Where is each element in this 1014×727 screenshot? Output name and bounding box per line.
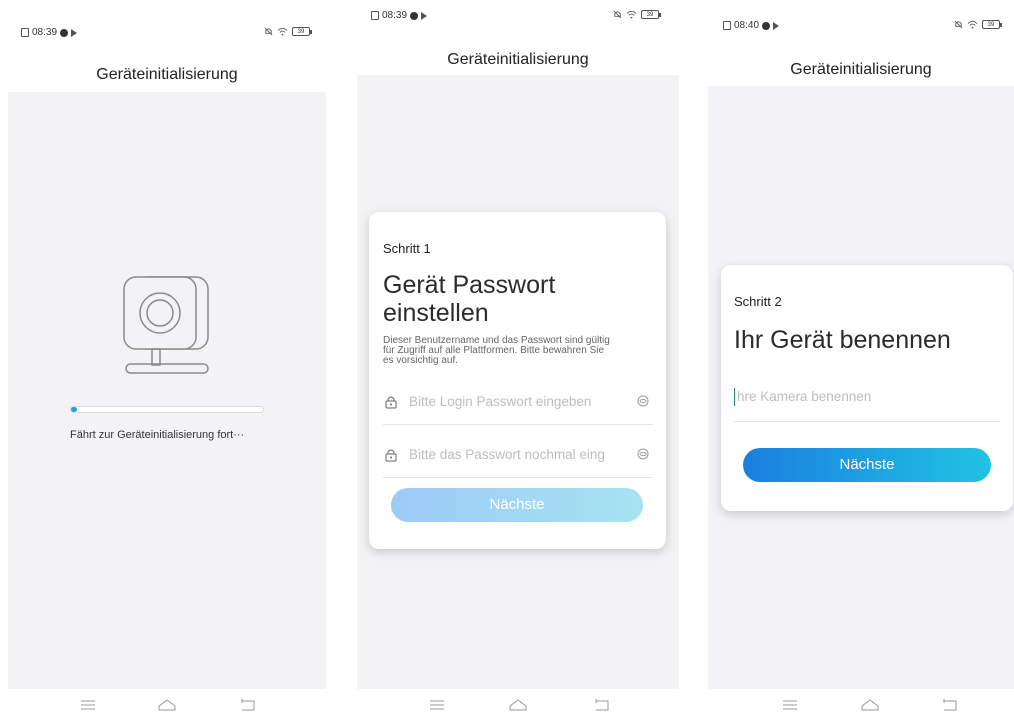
screen-initializing: 08:39 39 Geräteinitialisierung Fährt zur… — [8, 0, 326, 717]
lock-icon — [385, 449, 397, 462]
bell-off-icon — [613, 10, 622, 19]
device-name-field[interactable]: hre Kamera benennen — [734, 383, 1000, 422]
home-icon[interactable] — [508, 697, 528, 713]
device-name-input[interactable]: hre Kamera benennen — [737, 389, 871, 404]
card-description-line3: es vorsichtig auf. — [383, 355, 459, 366]
status-bar: 08:40 39 — [708, 20, 1014, 40]
bell-off-icon — [954, 20, 963, 29]
status-time: 08:39 — [32, 27, 58, 38]
confirm-password-field[interactable]: Bitte das Passwort nochmal eing — [383, 437, 653, 478]
step-label: Schritt 2 — [734, 294, 782, 309]
notification-dot-icon — [60, 28, 69, 37]
bell-off-icon — [264, 27, 273, 36]
eye-toggle-icon[interactable] — [637, 395, 649, 407]
password-card: Schritt 1 Gerät Passwort einstellen Dies… — [369, 212, 666, 549]
wifi-icon — [277, 27, 288, 36]
text-cursor — [734, 388, 735, 406]
screen-name-device: 08:40 39 Geräteinitialisierung Schritt 2… — [708, 0, 1014, 717]
card-heading: Ihr Gerät benennen — [734, 326, 951, 354]
step-label: Schritt 1 — [383, 241, 431, 256]
password-input[interactable]: Bitte Login Passwort eingeben — [409, 394, 631, 409]
lock-icon — [385, 396, 397, 409]
home-icon[interactable] — [157, 697, 177, 713]
battery-icon: 39 — [292, 27, 312, 36]
status-bar: 08:39 39 — [357, 10, 679, 30]
camera-illustration — [123, 276, 209, 374]
home-icon[interactable] — [860, 697, 880, 713]
password-field[interactable]: Bitte Login Passwort eingeben — [383, 384, 653, 425]
next-button-disabled[interactable]: Nächste — [391, 488, 643, 522]
progress-label: Fährt zur Geräteinitialisierung fort··· — [70, 429, 245, 441]
wifi-icon — [626, 10, 637, 19]
back-icon[interactable] — [592, 697, 612, 713]
card-heading-line1: Gerät Passwort — [383, 271, 556, 299]
cast-icon — [71, 28, 78, 37]
menu-icon[interactable] — [78, 697, 98, 713]
sim-icon — [371, 11, 379, 20]
status-time: 08:39 — [382, 10, 408, 21]
content-area: Fährt zur Geräteinitialisierung fort··· — [8, 92, 326, 689]
navigation-bar — [8, 697, 326, 727]
navigation-bar — [357, 697, 679, 727]
cast-icon — [421, 11, 428, 20]
notification-dot-icon — [410, 11, 419, 20]
page-title: Geräteinitialisierung — [790, 61, 932, 78]
navigation-bar — [708, 697, 1014, 727]
status-time: 08:40 — [734, 20, 760, 31]
menu-icon[interactable] — [780, 697, 800, 713]
battery-icon: 39 — [641, 10, 661, 19]
page-title: Geräteinitialisierung — [96, 66, 238, 83]
name-device-card: Schritt 2 Ihr Gerät benennen hre Kamera … — [721, 265, 1013, 511]
sim-icon — [21, 28, 29, 37]
progress-bar — [70, 406, 264, 413]
back-icon[interactable] — [238, 697, 258, 713]
back-icon[interactable] — [940, 697, 960, 713]
battery-icon: 39 — [982, 20, 1002, 29]
notification-dot-icon — [762, 21, 771, 30]
menu-icon[interactable] — [427, 697, 447, 713]
next-button[interactable]: Nächste — [743, 448, 991, 482]
wifi-icon — [967, 20, 978, 29]
confirm-password-input[interactable]: Bitte das Passwort nochmal eing — [409, 447, 631, 462]
card-heading-line2: einstellen — [383, 299, 489, 327]
page-title: Geräteinitialisierung — [447, 51, 589, 68]
screen-set-password: 08:39 39 Geräteinitialisierung Schritt 1… — [357, 0, 679, 717]
eye-toggle-icon[interactable] — [637, 448, 649, 460]
sim-icon — [723, 21, 731, 30]
progress-fill — [71, 407, 77, 412]
cast-icon — [773, 21, 780, 30]
status-bar: 08:39 39 — [8, 27, 326, 47]
